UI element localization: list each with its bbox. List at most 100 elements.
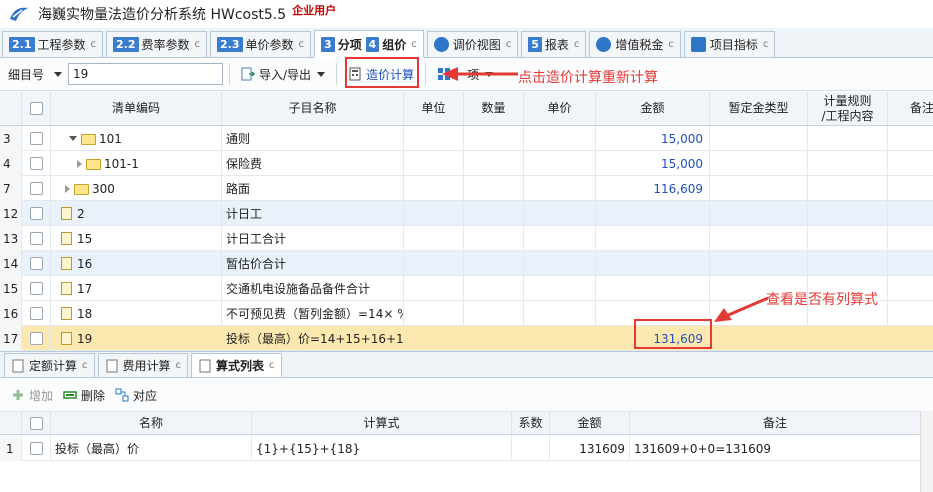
tab-vat[interactable]: 增值税金 c: [589, 31, 681, 57]
code-cell[interactable]: 2: [51, 201, 222, 226]
name-cell[interactable]: 保险费: [222, 151, 404, 176]
name-cell[interactable]: 路面: [222, 176, 404, 201]
measure-rule-cell[interactable]: [808, 326, 888, 351]
formula-expression-cell[interactable]: {1}+{15}+{18}: [252, 436, 512, 461]
expand-icon[interactable]: [65, 184, 70, 193]
unit-price-cell[interactable]: [524, 276, 596, 301]
unit-price-cell[interactable]: [524, 201, 596, 226]
tab-unit-price-params[interactable]: 2.3 单价参数 c: [210, 31, 312, 57]
unit-cell[interactable]: [404, 276, 464, 301]
tab-reports[interactable]: 5 报表 c: [521, 31, 587, 57]
row-checkbox[interactable]: [29, 332, 43, 345]
refresh-icon[interactable]: c: [668, 39, 674, 50]
code-cell[interactable]: 18: [51, 301, 222, 326]
tab-fee-calc[interactable]: 费用计算 c: [97, 353, 189, 377]
unit-price-cell[interactable]: [524, 226, 596, 251]
unit-cell[interactable]: [404, 151, 464, 176]
measure-rule-cell[interactable]: [808, 226, 888, 251]
quantity-cell[interactable]: [464, 151, 524, 176]
tab-quota-calc[interactable]: 定额计算 c: [4, 353, 95, 377]
tab-formula-list[interactable]: 算式列表 c: [191, 353, 282, 377]
formula-amount-cell[interactable]: 131609: [550, 436, 630, 461]
row-checkbox[interactable]: [29, 182, 43, 195]
table-row[interactable]: 14 16 暂估价合计: [0, 251, 933, 276]
formula-row[interactable]: 1 投标（最高）价 {1}+{15}+{18} 131609 131609+0+…: [0, 436, 920, 461]
note-cell[interactable]: [888, 226, 933, 251]
quantity-cell[interactable]: [464, 176, 524, 201]
table-row[interactable]: 3 101 通则 15,000: [0, 126, 933, 151]
vertical-scrollbar[interactable]: [920, 411, 933, 492]
refresh-icon[interactable]: c: [176, 360, 182, 371]
quantity-cell[interactable]: [464, 276, 524, 301]
note-cell[interactable]: [888, 326, 933, 351]
unit-price-cell[interactable]: [524, 176, 596, 201]
name-cell[interactable]: 交通机电设施备品备件合计: [222, 276, 404, 301]
amount-cell[interactable]: [596, 201, 710, 226]
add-button[interactable]: 增加: [6, 383, 58, 407]
tab-project-index[interactable]: 项目指标 c: [683, 31, 776, 57]
measure-rule-cell[interactable]: [808, 126, 888, 151]
quantity-cell[interactable]: [464, 301, 524, 326]
row-checkbox[interactable]: [29, 132, 43, 145]
row-checkbox[interactable]: [29, 442, 43, 455]
header-formula-note[interactable]: 备注: [630, 412, 920, 434]
refresh-icon[interactable]: c: [506, 39, 512, 50]
unit-price-cell[interactable]: [524, 151, 596, 176]
provisional-type-cell[interactable]: [710, 201, 808, 226]
refresh-icon[interactable]: c: [763, 39, 769, 50]
unit-price-cell[interactable]: [524, 326, 596, 351]
code-cell[interactable]: 16: [51, 251, 222, 276]
select-all-checkbox[interactable]: [29, 416, 43, 430]
row-checkbox[interactable]: [29, 257, 43, 270]
tab-rate-params[interactable]: 2.2 费率参数 c: [106, 31, 208, 57]
name-cell[interactable]: 投标（最高）价=14+15+16+17: [222, 326, 404, 351]
header-quantity[interactable]: 数量: [464, 92, 524, 125]
measure-rule-cell[interactable]: [808, 176, 888, 201]
quantity-cell[interactable]: [464, 226, 524, 251]
amount-cell[interactable]: 15,000: [596, 151, 710, 176]
name-cell[interactable]: 计日工合计: [222, 226, 404, 251]
code-cell[interactable]: 15: [51, 226, 222, 251]
formula-name-cell[interactable]: 投标（最高）价: [51, 436, 252, 461]
delete-button[interactable]: 删除: [58, 383, 110, 407]
refresh-icon[interactable]: c: [82, 360, 88, 371]
provisional-type-cell[interactable]: [710, 226, 808, 251]
note-cell[interactable]: [888, 201, 933, 226]
unit-cell[interactable]: [404, 251, 464, 276]
provisional-type-cell[interactable]: [710, 176, 808, 201]
unit-price-cell[interactable]: [524, 301, 596, 326]
measure-rule-cell[interactable]: [808, 201, 888, 226]
code-cell[interactable]: 17: [51, 276, 222, 301]
refresh-icon[interactable]: c: [269, 360, 275, 371]
formula-coef-cell[interactable]: [512, 436, 550, 461]
unit-price-cell[interactable]: [524, 126, 596, 151]
row-checkbox[interactable]: [29, 307, 43, 320]
unit-price-cell[interactable]: [524, 251, 596, 276]
refresh-icon[interactable]: c: [299, 39, 305, 50]
tab-item-pricing[interactable]: 3 分项 4 组价 c: [314, 30, 424, 58]
collapse-icon[interactable]: [69, 136, 77, 141]
code-cell[interactable]: 19: [51, 326, 222, 351]
map-button[interactable]: 对应: [110, 383, 162, 407]
provisional-type-cell[interactable]: [710, 151, 808, 176]
note-cell[interactable]: [888, 276, 933, 301]
header-formula-amount[interactable]: 金额: [550, 412, 630, 434]
amount-cell[interactable]: [596, 226, 710, 251]
row-checkbox[interactable]: [29, 157, 43, 170]
provisional-type-cell[interactable]: [710, 326, 808, 351]
measure-rule-cell[interactable]: [808, 151, 888, 176]
code-cell[interactable]: 101: [51, 126, 222, 151]
header-note[interactable]: 备注: [888, 92, 933, 125]
unit-cell[interactable]: [404, 176, 464, 201]
header-provisional-type[interactable]: 暂定金类型: [710, 92, 808, 125]
header-code[interactable]: 清单编码: [51, 92, 222, 125]
table-row[interactable]: 12 2 计日工: [0, 201, 933, 226]
header-unit[interactable]: 单位: [404, 92, 464, 125]
table-row[interactable]: 4 101-1 保险费 15,000: [0, 151, 933, 176]
header-formula[interactable]: 计算式: [252, 412, 512, 434]
quantity-cell[interactable]: [464, 126, 524, 151]
row-checkbox[interactable]: [29, 207, 43, 220]
quantity-cell[interactable]: [464, 326, 524, 351]
note-cell[interactable]: [888, 126, 933, 151]
item-number-input[interactable]: 19: [68, 63, 224, 85]
